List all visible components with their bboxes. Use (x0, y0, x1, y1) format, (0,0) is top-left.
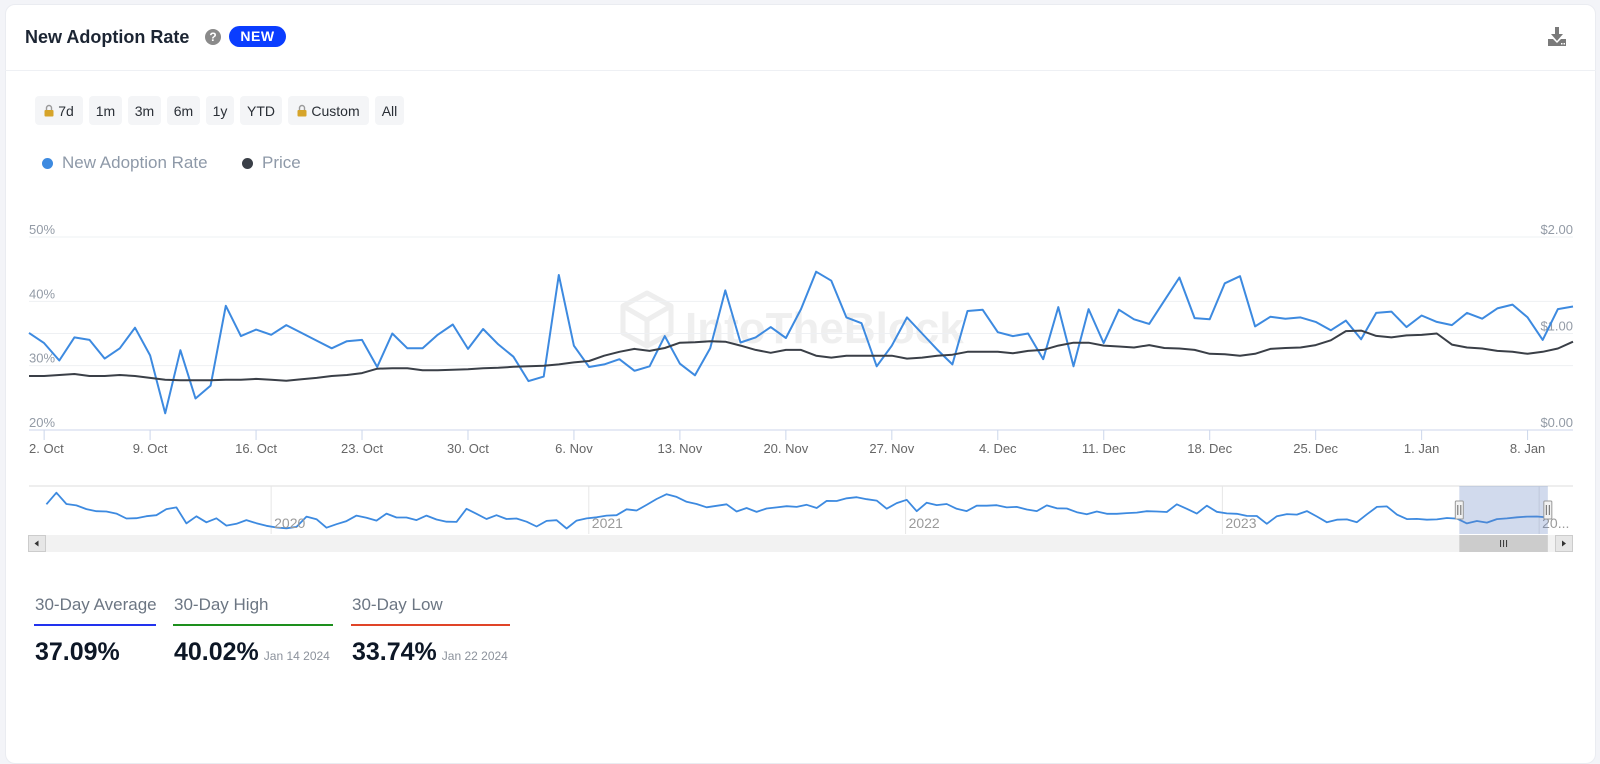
stat-date: Jan 22 2024 (441, 649, 508, 663)
stat-date: Jan 14 2024 (263, 649, 330, 663)
range-button-label: 1y (212, 102, 228, 119)
x-tick-label: 11. Dec (1082, 441, 1126, 456)
x-tick-label: 8. Jan (1510, 441, 1545, 456)
y-axis-right: $0.00 $1.00 $2.00 (1540, 222, 1573, 430)
x-tick-label: 9. Oct (133, 441, 168, 456)
legend-label: New Adoption Rate (62, 153, 208, 172)
stat-label: 30-Day Average (35, 595, 157, 614)
range-button-1y[interactable]: 1y (206, 96, 234, 125)
x-tick-label: 30. Oct (447, 441, 489, 456)
header-divider (5, 70, 1596, 71)
x-tick-label: 1. Jan (1404, 441, 1439, 456)
legend-item-new-adoption-rate[interactable]: New Adoption Rate (42, 153, 208, 173)
stat-value-row: 37.09% (35, 637, 125, 667)
handle-body[interactable] (1543, 500, 1553, 520)
navigator-year-label: 2022 (909, 515, 940, 531)
legend-item-price[interactable]: Price (242, 153, 301, 173)
y-tick-label-left: 50% (29, 222, 55, 237)
x-tick-label: 13. Nov (657, 441, 702, 456)
stat-underline (173, 624, 333, 626)
legend-marker-icon (242, 157, 253, 169)
range-button-1m[interactable]: 1m (89, 96, 122, 125)
range-button-3m[interactable]: 3m (128, 96, 161, 125)
y-axis-left: 20%30%40%50% (29, 222, 55, 430)
navigator-year-label: 2021 (592, 515, 623, 531)
stat-value: 37.09% (35, 638, 120, 666)
y-tick-label-right: $0.00 (1540, 415, 1573, 430)
range-button-all[interactable]: All (375, 96, 404, 125)
y-tick-label-left: 20% (29, 415, 55, 430)
stat-underline (34, 624, 156, 626)
range-button-label: 6m (173, 102, 194, 119)
stat-value: 33.74% (352, 638, 437, 666)
range-button-label: 1m (95, 102, 116, 119)
x-tick-label: 4. Dec (979, 441, 1017, 456)
lock-icon (44, 104, 54, 117)
stat-30-day-high: 30-Day High 40.02% Jan 14 2024 (173, 595, 333, 666)
navigator-year-label: 2023 (1225, 515, 1256, 531)
x-tick-label: 27. Nov (869, 441, 914, 456)
scrollbar-track[interactable] (28, 535, 1573, 552)
help-icon[interactable]: ? (205, 29, 221, 45)
range-button-7d[interactable]: 7d (35, 96, 83, 125)
x-tick-label: 25. Dec (1293, 441, 1338, 456)
navigator-year-label: 2020 (274, 515, 305, 531)
x-tick-label: 20. Nov (763, 441, 808, 456)
range-selector: 7d 1m 3m 6m 1y YTD Custom All (35, 96, 404, 125)
stat-label: 30-Day High (174, 595, 269, 614)
scrollbar (28, 535, 1573, 552)
range-button-label: Custom (311, 102, 360, 119)
range-button-label: YTD (247, 102, 275, 119)
y-tick-label-right: $1.00 (1540, 319, 1573, 334)
navigator-handle-right[interactable] (1543, 500, 1553, 520)
range-button-label: All (381, 102, 398, 119)
stat-30-day-low: 30-Day Low 33.74% Jan 22 2024 (351, 595, 510, 666)
y-tick-label-right: $2.00 (1540, 222, 1573, 237)
chart: IntoTheBlock 2. Oct 9. Oct 16. Oct 23. Oct 3… (28, 222, 1574, 552)
navigator: 2020 2021 2022 2023 20... (29, 485, 1573, 534)
y-tick-label-left: 40% (29, 286, 55, 301)
stat-value-row: 40.02% Jan 14 2024 (174, 637, 330, 667)
stat-value-row: 33.74% Jan 22 2024 (352, 637, 508, 667)
range-button-6m[interactable]: 6m (167, 96, 200, 125)
x-tick-label: 2. Oct (29, 441, 64, 456)
stat-underline (351, 624, 510, 626)
x-tick-label: 16. Oct (235, 441, 277, 456)
legend-label: Price (262, 153, 301, 172)
navigator-handle-left[interactable] (1454, 500, 1464, 520)
stat-value: 40.02% (174, 638, 259, 666)
scrollbar-left-button[interactable] (28, 535, 46, 552)
new-badge: NEW (229, 26, 286, 47)
x-tick-label: 18. Dec (1187, 441, 1232, 456)
stat-label: 30-Day Low (352, 595, 443, 614)
lock-icon (297, 104, 307, 117)
x-tick-label: 23. Oct (341, 441, 383, 456)
download-button[interactable] (1545, 25, 1569, 49)
range-button-custom[interactable]: Custom (288, 96, 369, 125)
stat-30-day-average: 30-Day Average 37.09% (34, 595, 157, 666)
range-button-label: 7d (58, 102, 74, 119)
scrollbar-right-button[interactable] (1555, 535, 1573, 552)
page-title: New Adoption Rate (25, 27, 190, 47)
range-button-label: 3m (134, 102, 155, 119)
download-icon (1548, 27, 1566, 46)
range-button-ytd[interactable]: YTD (240, 96, 282, 125)
legend-marker-icon (42, 157, 53, 169)
handle-body[interactable] (1454, 500, 1464, 520)
x-axis: 2. Oct 9. Oct 16. Oct 23. Oct 30. Oct 6. Nov 1… (29, 430, 1545, 456)
navigator-selection-mask[interactable] (1459, 486, 1548, 534)
watermark-text: IntoTheBlock (685, 304, 964, 353)
x-tick-label: 6. Nov (555, 441, 593, 456)
